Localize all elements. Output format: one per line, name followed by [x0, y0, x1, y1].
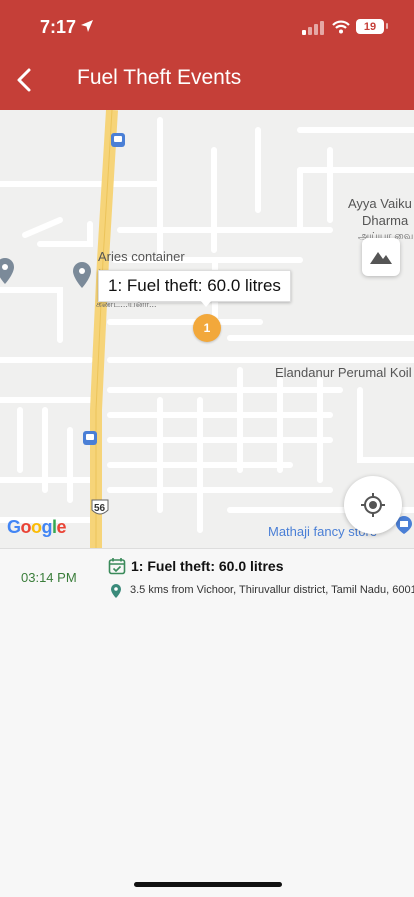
event-marker[interactable]: 1 — [193, 314, 221, 342]
wifi-icon — [332, 20, 350, 34]
app-header: 7:17 19 Fuel Theft Events — [0, 0, 414, 110]
signal-icon — [302, 21, 324, 35]
page-title: Fuel Theft Events — [77, 66, 242, 89]
calendar-check-icon — [108, 558, 126, 575]
battery-icon: 19 — [356, 19, 384, 34]
map-label-ayya: Ayya Vaiku — [348, 196, 412, 211]
google-logo: Google — [7, 517, 67, 538]
location-arrow-icon — [81, 20, 93, 32]
map-label-ayya-2: Dharma — [362, 213, 409, 228]
events-list: 03:14 PM 1: Fuel theft: 60.0 litres 3.5 … — [0, 548, 414, 897]
google-letter: o — [31, 517, 42, 537]
map-label-elandanur: Elandanur Perumal Koil S — [275, 365, 414, 380]
my-location-button[interactable] — [344, 476, 402, 534]
mountain-icon — [370, 252, 392, 264]
battery-nub — [386, 23, 388, 29]
back-button[interactable] — [10, 64, 40, 96]
google-letter: e — [56, 517, 67, 537]
location-pin-icon — [111, 584, 121, 598]
bus-stop-icon — [111, 133, 125, 147]
google-letter: G — [7, 517, 21, 537]
google-letter: g — [41, 517, 53, 537]
status-time: 7:17 — [40, 17, 77, 37]
marker-info-window: 1: Fuel theft: 60.0 litres — [98, 270, 291, 302]
crosshair-icon — [361, 493, 385, 517]
map-view[interactable]: 56 Aries container te கண்ட...யனர்... Ayy… — [0, 110, 414, 548]
place-pin-icon — [0, 258, 14, 284]
map-label-aries: Aries container — [98, 249, 185, 264]
home-indicator — [134, 882, 282, 887]
google-letter: o — [20, 517, 32, 537]
battery-level: 19 — [363, 20, 377, 33]
event-address: 3.5 kms from Vichoor, Thiruvallur distri… — [130, 584, 414, 596]
info-window-tail — [200, 300, 212, 307]
terrain-button[interactable] — [362, 238, 400, 276]
bus-stop-icon — [83, 431, 97, 445]
event-title: 1: Fuel theft: 60.0 litres — [131, 558, 284, 574]
event-time: 03:14 PM — [21, 570, 77, 585]
place-pin-icon — [73, 262, 91, 288]
route-number: 56 — [94, 503, 106, 514]
chevron-left-icon — [17, 68, 31, 92]
